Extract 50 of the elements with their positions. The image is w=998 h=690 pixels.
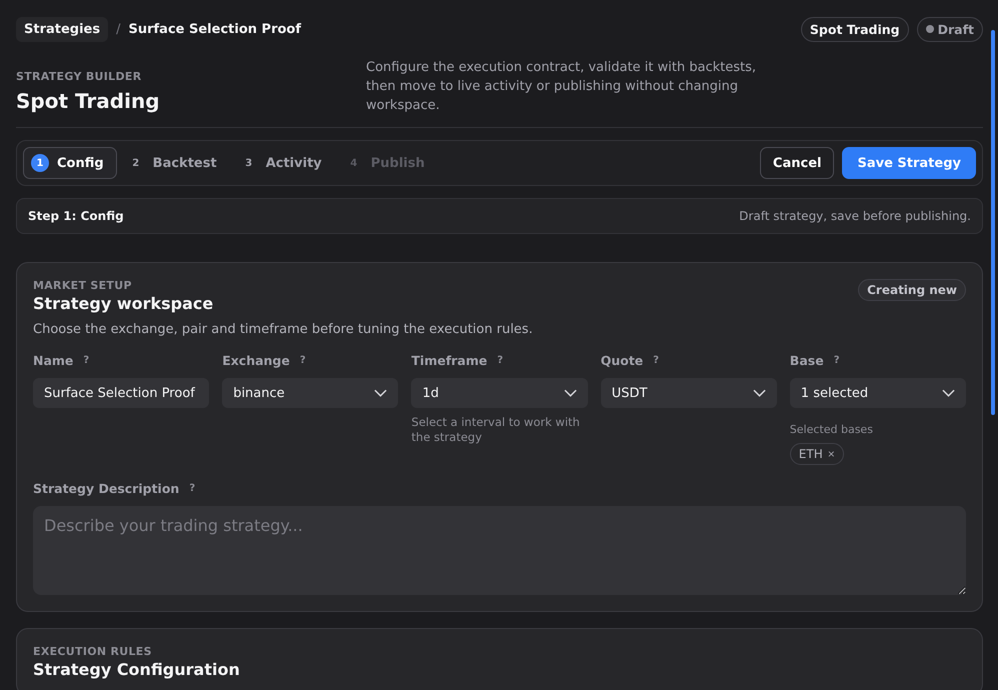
chevron-down-icon bbox=[942, 389, 955, 397]
step-note: Draft strategy, save before publishing. bbox=[739, 209, 971, 223]
chip-label: ETH bbox=[798, 447, 823, 461]
step-tab[interactable]: 1 Config bbox=[23, 147, 117, 179]
scrollbar-thumb[interactable] bbox=[991, 30, 995, 415]
page-description: Configure the execution contract, validate it with backtests, then move to live activity or publishing without changing workspace. bbox=[366, 59, 757, 115]
field-label: Timeframe bbox=[411, 353, 488, 368]
chevron-down-icon bbox=[752, 389, 766, 397]
description-input[interactable]: Describe your trading strategy... bbox=[33, 506, 966, 595]
chevron-down-icon bbox=[564, 389, 577, 397]
status-dot-icon bbox=[926, 25, 934, 33]
selected-label: Selected bases bbox=[790, 422, 874, 437]
eyebrow-label: STRATEGY BUILDER bbox=[16, 70, 142, 83]
step-tab: 4 Publish bbox=[336, 147, 438, 179]
field-label: Strategy Description bbox=[33, 481, 180, 496]
field-label: Name bbox=[33, 353, 74, 368]
help-icon[interactable]: ? bbox=[189, 483, 196, 494]
market-badge: Spot Trading bbox=[800, 16, 909, 42]
name-input[interactable]: Surface Selection Proof bbox=[33, 378, 210, 408]
select-dropdown[interactable]: 1 selected bbox=[790, 378, 966, 408]
status-label: Draft bbox=[938, 22, 974, 36]
chevron-down-icon bbox=[374, 389, 388, 397]
field-label: Exchange bbox=[222, 353, 290, 368]
step-tab[interactable]: 2 Backtest bbox=[118, 147, 230, 179]
remove-button[interactable]: × bbox=[828, 447, 835, 461]
section-title: Strategy workspace bbox=[33, 294, 214, 313]
help-icon[interactable]: ? bbox=[300, 355, 306, 366]
breadcrumb-current: Surface Selection Proof bbox=[128, 22, 302, 36]
section-eyebrow: MARKET SETUP bbox=[33, 279, 133, 292]
cancel-button[interactable]: Cancel bbox=[760, 147, 834, 179]
breadcrumb-separator: / bbox=[116, 22, 120, 36]
section-eyebrow: EXECUTION RULES bbox=[33, 645, 153, 658]
help-icon[interactable]: ? bbox=[834, 355, 840, 366]
page-title: Spot Trading bbox=[16, 89, 161, 113]
section-title: Strategy Configuration bbox=[33, 660, 241, 679]
help-icon[interactable]: ? bbox=[83, 355, 90, 366]
save-button[interactable]: Save Strategy bbox=[842, 147, 976, 179]
step-tab[interactable]: 3 Activity bbox=[232, 147, 335, 179]
select-dropdown[interactable]: 1d bbox=[411, 378, 588, 408]
select-dropdown[interactable]: USDT bbox=[600, 378, 777, 408]
field-label: Base bbox=[790, 353, 824, 368]
creating-badge: Creating new bbox=[858, 279, 966, 301]
breadcrumb-link[interactable]: Strategies bbox=[16, 16, 108, 42]
select-dropdown[interactable]: binance bbox=[222, 378, 398, 408]
step-title: Step 1: Config bbox=[28, 209, 124, 223]
field-label: Quote bbox=[600, 353, 644, 368]
help-icon[interactable]: ? bbox=[497, 355, 504, 366]
section-description: Choose the exchange, pair and timeframe before tuning the execution rules. bbox=[33, 322, 534, 337]
help-icon[interactable]: ? bbox=[653, 355, 659, 366]
field-hint: Select a interval to work with the strategy bbox=[411, 415, 581, 445]
